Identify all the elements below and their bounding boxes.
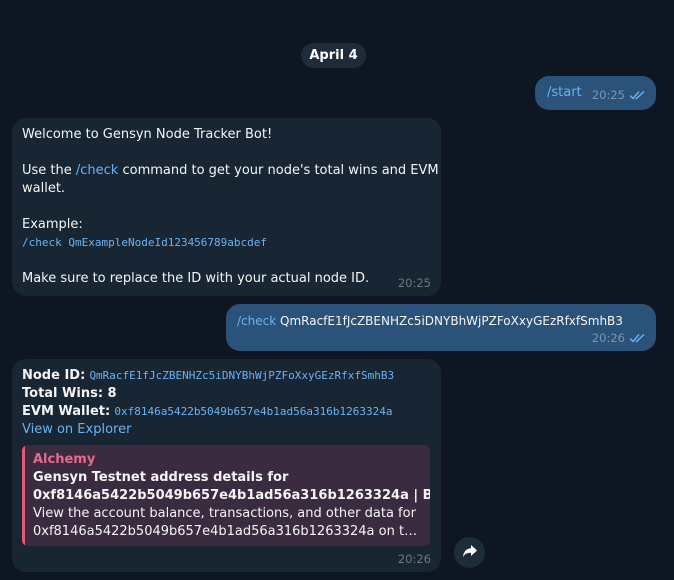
share-arrow-icon [462,544,478,562]
preview-title-2: 0xf8146a5422b5049b657e4b1ad56a316b126332… [33,488,430,503]
check-argument: QmRacfE1fJcZBENHZc5iDNYBhWjPZFoXxyGEzRfx… [276,314,623,328]
preview-accent-bar [22,445,25,546]
message-text[interactable]: /start [547,85,582,100]
double-check-icon [629,333,646,343]
message-result: Node ID: QmRacfE1fJcZBENHZc5iDNYBhWjPZFo… [12,359,441,572]
view-on-explorer-link[interactable]: View on Explorer [22,421,434,439]
message-meta: 20:25 [398,276,431,290]
preview-description: View the account balance, transactions, … [33,506,416,521]
check-command[interactable]: /check [237,314,276,328]
message-time: 20:25 [591,88,625,102]
message-time: 20:25 [397,276,431,290]
message-meta: 20:26 [398,552,431,566]
message-start[interactable]: /start 20:25 [535,76,656,110]
node-id-value[interactable]: QmRacfE1fJcZBENHZc5iDNYBhWjPZFoXxyGEzRfx… [89,369,394,382]
message-check[interactable]: /check QmRacfE1fJcZBENHZc5iDNYBhWjPZFoXx… [226,304,656,351]
message-meta: 20:25 [592,88,646,102]
check-message-text: /check QmRacfE1fJcZBENHZc5iDNYBhWjPZFoXx… [237,312,623,330]
message-time: 20:26 [397,552,431,566]
welcome-text: Welcome to Gensyn Node Tracker Bot! [22,127,273,142]
welcome-note: Make sure to replace the ID with your ac… [22,271,370,286]
message-time: 20:26 [591,331,625,345]
node-id-row: Node ID: QmRacfE1fJcZBENHZc5iDNYBhWjPZFo… [22,368,395,383]
date-separator: April 4 [301,43,366,68]
message-welcome: Welcome to Gensyn Node Tracker Bot! Use … [12,118,441,296]
welcome-instruction: Use the /check command to get your node'… [22,163,439,178]
example-label: Example: [22,217,83,232]
preview-title: Gensyn Testnet address details for [33,470,289,485]
wallet-row: EVM Wallet: 0xf8146a5422b5049b657e4b1ad5… [22,404,393,419]
preview-description-2: 0xf8146a5422b5049b657e4b1ad56a316b126332… [33,524,422,539]
double-check-icon [629,90,646,100]
example-command[interactable]: /check QmExampleNodeId123456789abcdef [22,234,432,252]
link-preview[interactable]: Alchemy Gensyn Testnet address details f… [22,445,430,546]
message-meta: 20:26 [592,331,646,345]
share-button[interactable] [454,537,485,568]
wallet-value[interactable]: 0xf8146a5422b5049b657e4b1ad56a316b126332… [114,405,392,418]
check-command-link[interactable]: /check [76,163,118,178]
preview-site-name: Alchemy [33,452,96,467]
total-wins: Total Wins: 8 [22,386,117,401]
